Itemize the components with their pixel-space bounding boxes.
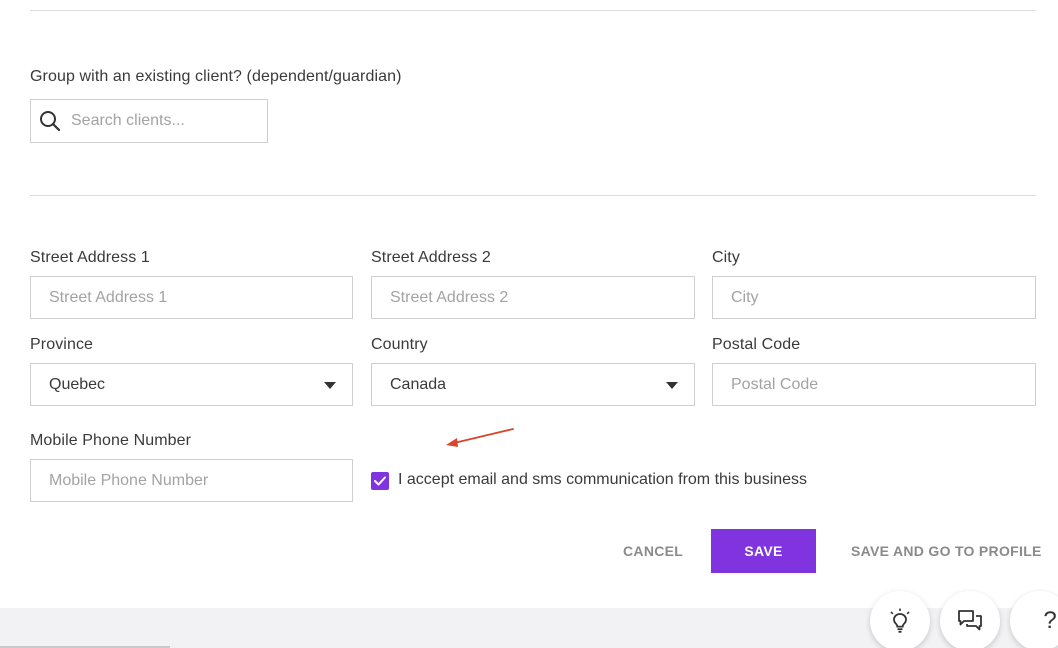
postal-label: Postal Code: [712, 336, 801, 353]
top-divider: [30, 10, 1036, 11]
save-button[interactable]: SAVE: [711, 529, 816, 573]
street1-label: Street Address 1: [30, 249, 150, 266]
province-value: Quebec: [49, 375, 106, 393]
country-value: Canada: [390, 375, 447, 393]
consent-checkbox[interactable]: [371, 472, 389, 490]
arrow-annotation: [446, 428, 514, 447]
street2-input[interactable]: [372, 277, 694, 318]
lightbulb-icon: [890, 608, 910, 633]
province-select[interactable]: Quebec: [30, 363, 353, 406]
check-icon: [374, 476, 386, 486]
phone-label: Mobile Phone Number: [30, 432, 192, 449]
chevron-down-icon: [666, 382, 678, 389]
search-clients-field[interactable]: [30, 99, 268, 143]
search-clients-input[interactable]: [31, 100, 267, 142]
street2-field[interactable]: [371, 276, 695, 319]
postal-input[interactable]: [713, 364, 1035, 405]
province-label: Province: [30, 336, 94, 353]
country-label: Country: [371, 336, 428, 353]
city-label: City: [712, 249, 740, 266]
save-and-go-to-profile-button[interactable]: SAVE AND GO TO PROFILE: [851, 543, 1042, 559]
cancel-button[interactable]: CANCEL: [623, 543, 683, 559]
group-client-label: Group with an existing client? (dependen…: [30, 68, 402, 85]
country-select[interactable]: Canada: [371, 363, 695, 406]
street1-field[interactable]: [30, 276, 353, 319]
chevron-down-icon: [324, 382, 336, 389]
postal-field[interactable]: [712, 363, 1036, 406]
street2-label: Street Address 2: [371, 249, 491, 266]
section-divider: [30, 195, 1036, 196]
help-icon: ?: [1043, 607, 1057, 634]
phone-input[interactable]: [31, 460, 352, 501]
ideas-button[interactable]: [870, 591, 930, 648]
city-input[interactable]: [713, 277, 1035, 318]
street1-input[interactable]: [31, 277, 352, 318]
city-field[interactable]: [712, 276, 1036, 319]
phone-field[interactable]: [30, 459, 353, 502]
help-button[interactable]: ?: [1010, 591, 1058, 648]
consent-label: I accept email and sms communication fro…: [398, 471, 808, 488]
chat-button[interactable]: [940, 591, 1000, 648]
chat-icon: [958, 610, 982, 631]
